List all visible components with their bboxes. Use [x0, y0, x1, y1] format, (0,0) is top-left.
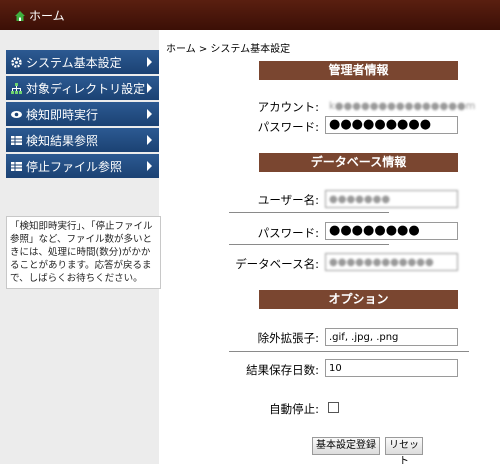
- table-icon: [11, 161, 22, 171]
- sidebar-item-system-settings[interactable]: システム基本設定: [6, 50, 159, 74]
- breadcrumb: ホーム > システム基本設定: [166, 44, 291, 55]
- sidebar-item-label: システム基本設定: [26, 55, 122, 70]
- save-settings-button[interactable]: 基本設定登録: [312, 437, 380, 455]
- exclude-ext-field[interactable]: .gif, .jpg, .png: [325, 328, 458, 346]
- exclude-ext-label: 除外拡張子:: [257, 331, 319, 345]
- chevron-right-icon: [147, 161, 152, 171]
- chevron-right-icon: [147, 109, 152, 119]
- home-label: ホーム: [29, 9, 65, 23]
- db-user-field[interactable]: ●●●●●●●: [325, 190, 458, 208]
- chevron-right-icon: [147, 57, 152, 67]
- section-header-database: データベース情報: [259, 153, 458, 172]
- password-label: パスワード:: [257, 120, 319, 134]
- auto-stop-label: 自動停止:: [269, 402, 319, 416]
- section-header-options: オプション: [259, 290, 458, 309]
- db-name-field[interactable]: ●●●●●●●●●●●●: [325, 253, 458, 271]
- section-header-admin: 管理者情報: [259, 61, 458, 80]
- db-password-field[interactable]: ●●●●●●●●: [325, 222, 458, 240]
- sidebar-item-label: 検知結果参照: [26, 133, 99, 148]
- top-bar: ホーム: [0, 0, 500, 30]
- sidebar-item-label: 対象ディレクトリ設定: [26, 81, 146, 96]
- table-icon: [11, 135, 22, 145]
- chevron-right-icon: [147, 83, 152, 93]
- notice-text: 「検知即時実行」、「停止ファイル参照」など、ファイル数が多いときには、処理に時間…: [6, 216, 161, 289]
- retention-days-label: 結果保存日数:: [246, 363, 319, 377]
- eye-icon: [11, 110, 22, 118]
- sidebar-item-stopped-files[interactable]: 停止ファイル参照: [6, 154, 159, 178]
- sidebar-item-label: 停止ファイル参照: [26, 159, 123, 174]
- sidebar-item-detection-results[interactable]: 検知結果参照: [6, 128, 159, 152]
- db-name-label: データベース名:: [235, 257, 319, 271]
- db-password-label: パスワード:: [257, 226, 319, 240]
- account-value: k●●●●●●●●●●●●●●●m: [329, 101, 476, 112]
- sidebar: システム基本設定 対象ディレクトリ設定 検知即時実行 検知結果参照 停止ファイル…: [0, 30, 161, 464]
- sitemap-icon: [11, 82, 22, 94]
- admin-password-field[interactable]: ●●●●●●●●●: [325, 116, 458, 134]
- sidebar-item-target-directory[interactable]: 対象ディレクトリ設定: [6, 76, 159, 100]
- chevron-right-icon: [147, 135, 152, 145]
- home-link[interactable]: ホーム: [14, 7, 65, 24]
- sidebar-menu: システム基本設定 対象ディレクトリ設定 検知即時実行 検知結果参照 停止ファイル…: [6, 50, 159, 180]
- reset-button[interactable]: リセット: [385, 437, 423, 467]
- home-icon: [15, 10, 25, 21]
- divider: [229, 212, 389, 213]
- retention-days-field[interactable]: 10: [325, 359, 458, 377]
- sidebar-item-run-detection[interactable]: 検知即時実行: [6, 102, 159, 126]
- db-user-label: ユーザー名:: [257, 193, 319, 207]
- account-label: アカウント:: [257, 100, 319, 114]
- auto-stop-checkbox[interactable]: [328, 402, 339, 413]
- main-content: ホーム > システム基本設定 管理者情報 アカウント: k●●●●●●●●●●●…: [159, 30, 500, 467]
- divider: [229, 244, 389, 245]
- sidebar-item-label: 検知即時実行: [26, 107, 99, 122]
- divider: [229, 351, 469, 352]
- gear-icon: [11, 56, 22, 68]
